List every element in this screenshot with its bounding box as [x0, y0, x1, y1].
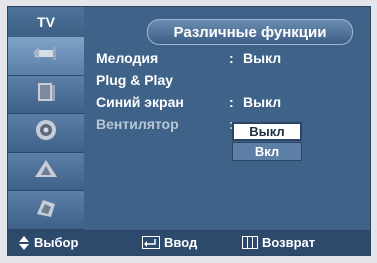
- menu-row-label: Plug & Play: [96, 72, 174, 88]
- menu-row-fan[interactable]: Вентилятор :: [96, 113, 366, 135]
- hint-select: Выбор: [18, 235, 78, 250]
- option-off[interactable]: Выкл: [232, 122, 302, 141]
- menu-row-value: Выкл: [243, 50, 282, 66]
- fan-options-dropdown[interactable]: Выкл Вкл: [232, 122, 302, 161]
- up-down-arrows-icon: [18, 235, 30, 250]
- menu-row-colon: :: [229, 50, 234, 66]
- menu-row-blue-screen[interactable]: Синий экран : Выкл: [96, 91, 366, 113]
- hint-return-label: Возврат: [262, 235, 316, 250]
- hint-select-label: Выбор: [34, 235, 79, 250]
- hint-enter: Ввод: [142, 235, 197, 250]
- tv-label: TV: [8, 7, 84, 37]
- menu-row-label: Мелодия: [96, 50, 159, 66]
- menu-row-melody[interactable]: Мелодия : Выкл: [96, 47, 366, 69]
- option-on[interactable]: Вкл: [232, 142, 302, 161]
- sidebar-item-picture[interactable]: [8, 75, 84, 115]
- hint-enter-label: Ввод: [164, 235, 198, 250]
- sidebar-item-setup[interactable]: [8, 191, 84, 230]
- menu-row-colon: :: [229, 94, 234, 110]
- antenna-icon: [29, 41, 63, 70]
- sidebar-item-channel[interactable]: [8, 152, 84, 192]
- return-icon: [242, 236, 258, 249]
- osd-menu-window: TV Различные функции Мелодия: Выкл Plug…: [7, 6, 371, 256]
- speaker-icon: [29, 118, 63, 147]
- menu-row-label: Синий экран: [96, 94, 184, 110]
- menu-list: Мелодия : Выкл Plug & Play Синий экран :…: [96, 47, 366, 135]
- enter-icon: [142, 236, 160, 249]
- menu-title: Различные функции: [147, 19, 353, 45]
- menu-row-plug-and-play[interactable]: Plug & Play: [96, 69, 366, 91]
- menu-row-label: Вентилятор: [96, 116, 179, 132]
- sidebar-item-antenna[interactable]: [8, 37, 84, 76]
- footer-hints: Выбор Ввод Возврат: [8, 230, 370, 255]
- setup-icon: [29, 196, 63, 225]
- sidebar-item-sound[interactable]: [8, 114, 84, 153]
- hint-return: Возврат: [242, 235, 315, 250]
- sidebar: [8, 37, 84, 230]
- channel-icon: [29, 157, 63, 186]
- tv-picture-icon: [29, 80, 63, 109]
- menu-row-value: Выкл: [243, 94, 282, 110]
